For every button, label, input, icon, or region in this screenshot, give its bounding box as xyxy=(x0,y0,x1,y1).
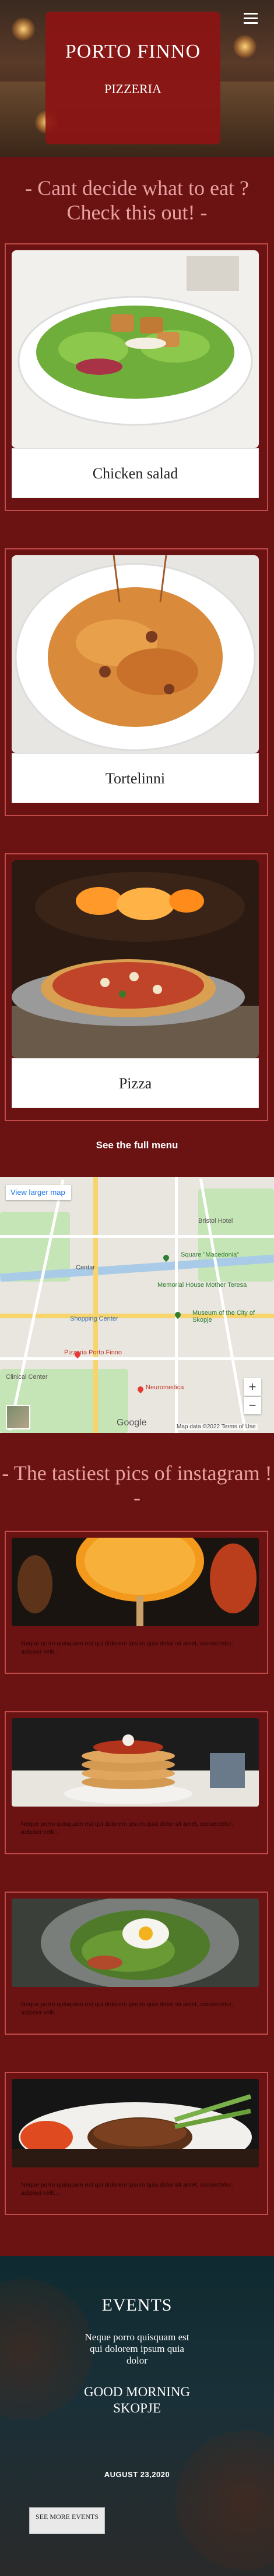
hamburger-menu-icon[interactable] xyxy=(244,13,258,24)
events-description: Neque porro quisquam est qui dolorem ips… xyxy=(85,2332,189,2366)
menu-section-title: - Cant decide what to eat ? Check this o… xyxy=(25,176,249,224)
zoom-in-button[interactable]: + xyxy=(244,1378,261,1396)
event-date: AUGUST 23,2020 xyxy=(104,2470,170,2479)
events-title: EVENTS xyxy=(101,2295,173,2315)
map-label: Square "Macedonia" xyxy=(181,1251,240,1258)
map-label: Shopping Center xyxy=(70,1315,118,1322)
tortellini-image xyxy=(12,555,259,753)
brand-tagline: PIZZERIA xyxy=(104,81,161,96)
instagram-steak-image xyxy=(12,2079,259,2167)
map-label: Clinical Center xyxy=(6,1374,48,1381)
map-label: Museum of the City of Skopje xyxy=(192,1310,255,1324)
event-name: GOOD MORNING SKOPJE xyxy=(83,2385,191,2415)
brand-name: PORTO FINNO xyxy=(65,41,201,62)
map-label: Pizzeria Porto Finno xyxy=(64,1349,122,1356)
instagram-section-title: - The tastiest pics of instagram ! - xyxy=(2,1461,272,1509)
instagram-caption: Neque porro quisquam est qui dolorem ips… xyxy=(21,1821,233,1836)
instagram-caption: Neque porro quisquam est qui dolorem ips… xyxy=(21,1640,233,1655)
menu-item-label: Chicken salad xyxy=(12,448,259,498)
pizza-image xyxy=(12,860,259,1058)
map-label: Centar xyxy=(76,1264,96,1271)
instagram-pancakes-image xyxy=(12,1718,259,1807)
map-pin-icon xyxy=(161,1253,171,1262)
chicken-salad-image xyxy=(12,250,259,448)
instagram-caption: Neque porro quisquam est qui dolorem ips… xyxy=(21,2181,233,2197)
brand-box xyxy=(45,12,220,144)
map-label: Bristol Hotel xyxy=(198,1218,233,1225)
location-map[interactable]: Bristol Hotel Centar Square "Macedonia" … xyxy=(0,1177,274,1433)
instagram-avocado-toast-image xyxy=(12,1899,259,1987)
map-pin-icon xyxy=(136,1385,145,1394)
full-menu-link[interactable]: See the full menu xyxy=(0,1140,274,1151)
map-layer-toggle[interactable] xyxy=(6,1405,30,1429)
instagram-drink-image xyxy=(12,1538,259,1626)
map-label: Memorial House Mother Teresa xyxy=(157,1282,247,1289)
menu-item-label: Tortelinni xyxy=(12,753,259,803)
lamp-light xyxy=(233,35,257,58)
google-logo: Google xyxy=(117,1418,147,1428)
see-more-events-button[interactable]: SEE MORE EVENTS xyxy=(29,2507,105,2534)
instagram-caption: Neque porro quisquam est qui dolorem ips… xyxy=(21,2001,233,2016)
zoom-out-button[interactable]: − xyxy=(244,1397,261,1414)
view-larger-map-link[interactable]: View larger map xyxy=(6,1185,71,1200)
lamp-light xyxy=(12,17,35,41)
menu-item-label: Pizza xyxy=(12,1058,259,1108)
map-label: Neuromedica xyxy=(146,1384,184,1391)
map-attribution: Map data ©2022 Terms of Use xyxy=(175,1424,258,1430)
